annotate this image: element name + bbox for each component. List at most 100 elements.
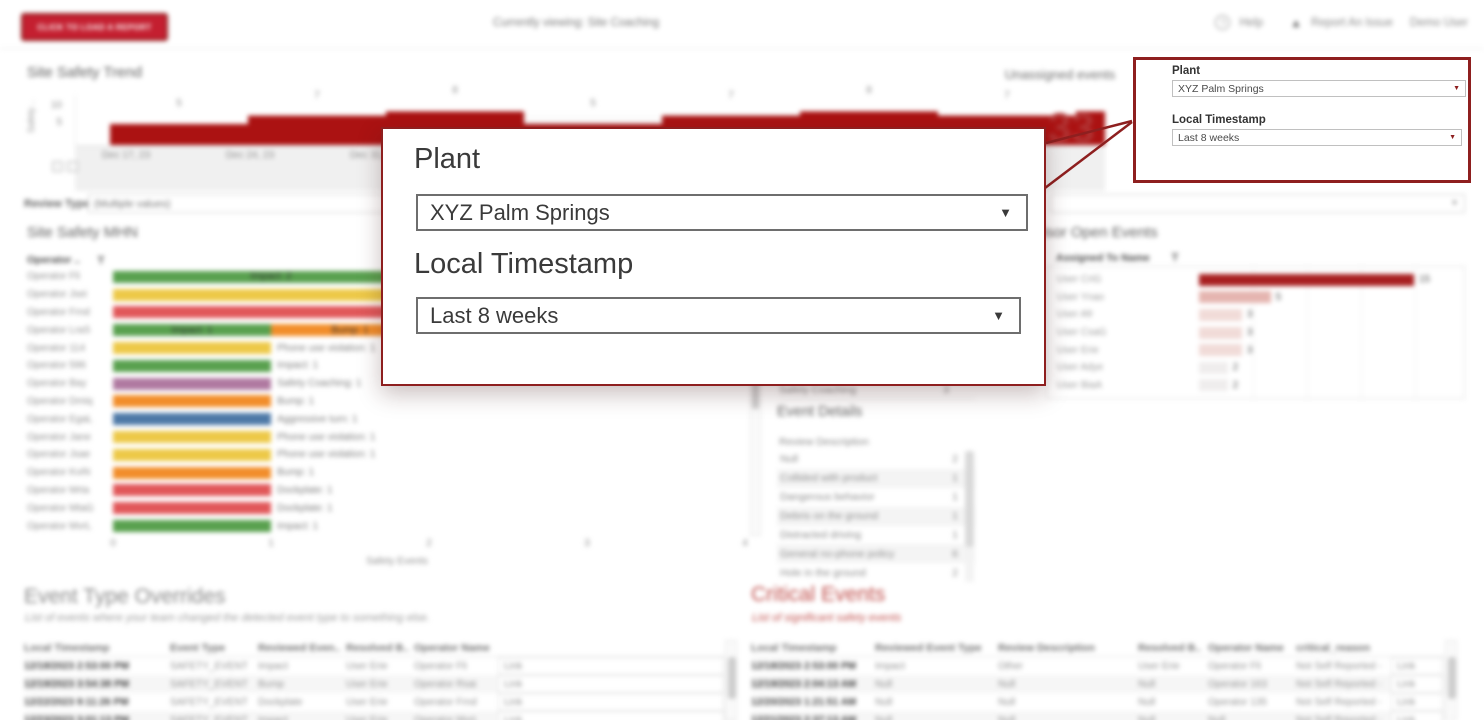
link-cell[interactable]: Link bbox=[498, 693, 724, 711]
overrides-subtitle: List of events where your team changed t… bbox=[25, 612, 430, 624]
plant-label: Plant bbox=[1172, 65, 1200, 77]
list-item: Debris on the ground1 bbox=[777, 507, 975, 526]
supervisor-bar-row: User Afr3 bbox=[1047, 306, 1464, 324]
operator-name-label: Operator MvrL bbox=[27, 521, 113, 532]
overrides-scrollbar[interactable] bbox=[725, 640, 737, 720]
secondary-filter-dropdown[interactable]: ▼ bbox=[1050, 194, 1465, 213]
bar-segment bbox=[113, 360, 271, 372]
supervisor-column-header[interactable]: Assigned To Name bbox=[1056, 252, 1150, 264]
list-item: Null2 bbox=[777, 450, 975, 469]
user-name-label: User Afr bbox=[1047, 309, 1199, 320]
bar-segment bbox=[1199, 344, 1242, 356]
bar-segment bbox=[113, 502, 271, 514]
link-cell[interactable]: Link bbox=[498, 657, 724, 675]
table-cell: Null bbox=[875, 693, 998, 711]
column-header: Operator Name bbox=[1208, 642, 1296, 654]
currently-viewing-label: Currently viewing: Site Coaching bbox=[493, 17, 659, 29]
bar-value-label: Impact: 1 bbox=[277, 360, 318, 371]
review-description-label: Debris on the ground bbox=[780, 510, 878, 522]
unassigned-events-title: Unassigned events bbox=[985, 67, 1135, 82]
bar-group bbox=[113, 360, 271, 372]
table-cell: SAFETY_EVENT bbox=[170, 693, 258, 711]
table-cell: 12/23/2023 3:01:13 PM bbox=[24, 711, 170, 720]
table-cell: 12/19/2023 3:54:38 PM bbox=[24, 675, 170, 693]
review-type-value: (Multiple values) bbox=[94, 198, 170, 210]
warning-icon: ▲ bbox=[1290, 16, 1302, 30]
table-cell: Null bbox=[1208, 711, 1296, 720]
bar-segment bbox=[1199, 274, 1414, 286]
supervisor-bar-row: User BiaA2 bbox=[1047, 377, 1464, 395]
help-link[interactable]: Help bbox=[1239, 17, 1263, 29]
operator-name-label: Operator Jane bbox=[27, 432, 113, 443]
operator-name-label: Operator EgaL bbox=[27, 414, 113, 425]
critical-title: Critical Events bbox=[751, 583, 885, 607]
link-cell[interactable]: Link bbox=[1391, 657, 1443, 675]
user-name-label: User Erie bbox=[1047, 345, 1199, 356]
operator-name-label: Operator Frnd bbox=[27, 307, 113, 318]
bar-value-label: Dockplate: 1 bbox=[277, 503, 333, 514]
table-row: 12/18/2023 2:53:00 PMImpactOtherUser Eri… bbox=[751, 657, 1445, 675]
timestamp-dropdown-value: Last 8 weeks bbox=[430, 303, 558, 329]
x-axis-tick-label: 4 bbox=[737, 538, 753, 549]
trend-y-axis-label: Safety .. bbox=[26, 100, 36, 133]
null-indicator-icon[interactable] bbox=[67, 161, 78, 172]
link-cell[interactable]: Link bbox=[498, 711, 724, 720]
review-description-label: Collided with product bbox=[780, 472, 877, 484]
trend-title: Site Safety Trend bbox=[27, 64, 142, 81]
bar-segment bbox=[113, 378, 271, 390]
review-description-label: Dangerous behavior bbox=[780, 491, 875, 503]
user-name-label: User CriG bbox=[1047, 274, 1199, 285]
bar-segment bbox=[113, 467, 271, 479]
critical-subtitle: List of significant safety events bbox=[752, 612, 901, 624]
mhn-bar-row: Operator MrtaDockplate: 1 bbox=[27, 482, 743, 500]
user-menu[interactable]: Demo User bbox=[1410, 17, 1468, 29]
table-cell: Operator 135 bbox=[1208, 693, 1296, 711]
table-cell: Not Self Reported - bbox=[1296, 675, 1391, 693]
table-row: 12/22/2023 9:11:26 PMSAFETY_EVENTDockpla… bbox=[24, 693, 737, 711]
mhn-column-header[interactable]: Operator .. bbox=[27, 254, 106, 266]
column-header: Reviewed Event Type bbox=[875, 642, 998, 654]
scrollbar-thumb[interactable] bbox=[728, 657, 736, 699]
link-cell[interactable]: Link bbox=[1391, 675, 1443, 693]
plant-dropdown[interactable]: XYZ Palm Springs ▼ bbox=[416, 194, 1028, 231]
scrollbar-thumb[interactable] bbox=[965, 451, 974, 547]
table-row: 12/23/2023 3:01:13 PMSAFETY_EVENTImpactU… bbox=[24, 711, 737, 720]
user-name-label: User BiaA bbox=[1047, 380, 1199, 391]
table-cell: Operator Rsai bbox=[414, 675, 498, 693]
critical-scrollbar[interactable] bbox=[1445, 640, 1457, 720]
bar-value-label: Phone use violation: 1 bbox=[277, 432, 375, 443]
bar-value-label: Bump: 1 bbox=[277, 396, 314, 407]
table-row: 12/18/2023 2:53:00 PMSAFETY_EVENTImpactU… bbox=[24, 657, 737, 675]
bar-group bbox=[113, 484, 271, 496]
table-cell: Operator Frnd bbox=[414, 693, 498, 711]
report-issue-link[interactable]: Report An Issue bbox=[1311, 17, 1393, 29]
null-indicator-icon[interactable] bbox=[52, 161, 63, 172]
review-description-header: Review Description bbox=[779, 436, 869, 448]
table-cell: Null bbox=[998, 675, 1138, 693]
bar-group bbox=[113, 378, 271, 390]
x-axis-tick-label: 1 bbox=[263, 538, 279, 549]
table-cell: Null bbox=[1138, 693, 1208, 711]
bar-segment bbox=[1199, 309, 1242, 321]
link-cell[interactable]: Link bbox=[498, 675, 724, 693]
review-description-list: Null2Collided with product1Dangerous beh… bbox=[777, 450, 975, 583]
link-cell[interactable]: Link bbox=[1391, 693, 1443, 711]
bar-value-label: Safety Coaching: 1 bbox=[277, 378, 362, 389]
load-report-button[interactable]: CLICK TO LOAD A REPORT bbox=[21, 13, 168, 41]
list-item: Dangerous behavior1 bbox=[777, 488, 975, 507]
table-cell: Operator 163 bbox=[1208, 675, 1296, 693]
scrollbar-thumb[interactable] bbox=[1448, 657, 1456, 699]
mhn-x-axis-label: Safety Events bbox=[327, 556, 467, 567]
bar-segment bbox=[113, 484, 271, 496]
local-timestamp-dropdown[interactable]: Last 8 weeks ▼ bbox=[1172, 129, 1462, 146]
local-timestamp-dropdown[interactable]: Last 8 weeks ▼ bbox=[416, 297, 1021, 334]
plant-dropdown[interactable]: XYZ Palm Springs ▼ bbox=[1172, 80, 1466, 97]
link-cell[interactable]: Link bbox=[1391, 711, 1443, 720]
table-cell: Not Self Reported - bbox=[1296, 693, 1391, 711]
bar-segment bbox=[1199, 379, 1228, 391]
bar-segment bbox=[113, 395, 271, 407]
event-details-scrollbar[interactable] bbox=[965, 451, 974, 582]
bar-group bbox=[113, 342, 271, 354]
supervisor-bar-row: User Adye2 bbox=[1047, 359, 1464, 377]
trend-value-label: 7 bbox=[309, 90, 325, 101]
